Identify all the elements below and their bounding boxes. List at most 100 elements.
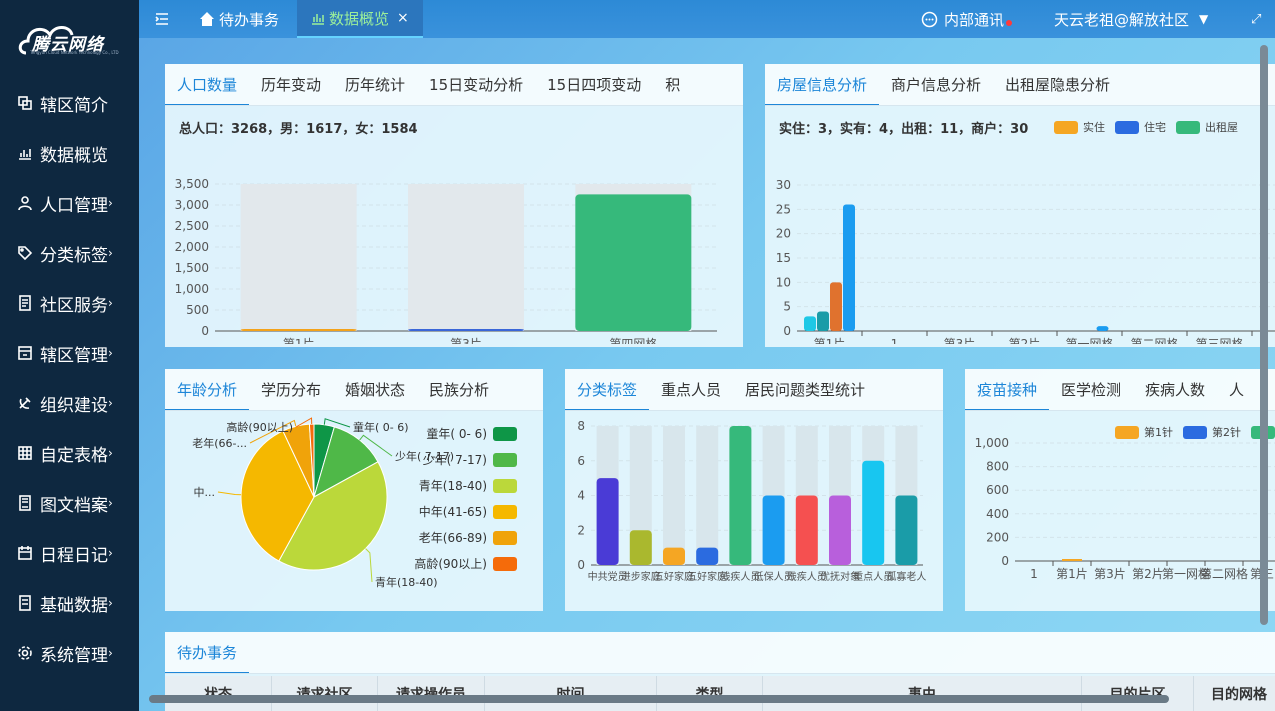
column-header[interactable]: 请求操作员 bbox=[378, 676, 485, 711]
tab-more[interactable]: 积 bbox=[653, 74, 692, 106]
x-tick-label: 第3片 bbox=[450, 337, 482, 344]
tab-yearly-stats[interactable]: 历年统计 bbox=[333, 74, 417, 106]
internal-message-button[interactable]: 内部通讯 bbox=[921, 0, 1013, 38]
tab-key-persons[interactable]: 重点人员 bbox=[649, 379, 733, 411]
sidebar-item-organization[interactable]: 组织建设 › bbox=[0, 378, 139, 428]
tab-rental-risk-analysis[interactable]: 出租屋隐患分析 bbox=[993, 74, 1122, 106]
tab-todo-label: 待办事务 bbox=[219, 10, 280, 29]
sidebar-item-community-service[interactable]: 社区服务 › bbox=[0, 278, 139, 328]
y-tick-label: 0 bbox=[783, 324, 791, 338]
top-bar: 待办事务 数据概览 × 内部通讯 天云老祖@解放社区 ▼ ⤢ bbox=[139, 0, 1275, 38]
fullscreen-icon[interactable]: ⤢ bbox=[1251, 0, 1261, 38]
tab-merchant-analysis[interactable]: 商户信息分析 bbox=[879, 74, 993, 106]
chevron-right-icon: › bbox=[108, 596, 113, 610]
column-header[interactable]: 时间 bbox=[485, 676, 657, 711]
chevron-right-icon: › bbox=[108, 346, 113, 360]
column-header[interactable]: 事由 bbox=[763, 676, 1082, 711]
tab-yearly-change[interactable]: 历年变动 bbox=[249, 74, 333, 106]
tab-15day-four-items[interactable]: 15日四项变动 bbox=[535, 74, 653, 106]
tab-education[interactable]: 学历分布 bbox=[249, 379, 333, 411]
tab-vaccination[interactable]: 疫苗接种 bbox=[965, 379, 1050, 411]
sidebar: 腾云网络 Tengyun Cloud Network Technology Co… bbox=[0, 0, 139, 711]
hammer-sickle-icon bbox=[16, 394, 34, 412]
bar bbox=[862, 460, 885, 565]
sidebar-item-data-overview[interactable]: 数据概览 bbox=[0, 128, 139, 178]
tab-age-analysis[interactable]: 年龄分析 bbox=[165, 379, 250, 411]
housing-panel: 房屋信息分析 商户信息分析 出租屋隐患分析 实住：3，实有：4，出租：11，商户… bbox=[765, 64, 1275, 347]
pie-slice-label: 高龄(90以上) bbox=[226, 420, 293, 434]
column-header[interactable]: 类型 bbox=[657, 676, 763, 711]
x-tick-label: 第1片 bbox=[814, 337, 846, 344]
archive-icon bbox=[16, 494, 34, 512]
tab-housing-analysis[interactable]: 房屋信息分析 bbox=[765, 74, 880, 106]
home-icon bbox=[200, 12, 214, 26]
grid-icon bbox=[16, 444, 34, 462]
column-header[interactable]: 目的片区 bbox=[1082, 676, 1194, 711]
tab-ethnicity[interactable]: 民族分析 bbox=[417, 379, 501, 411]
y-tick-label: 1,000 bbox=[175, 282, 209, 296]
bar-chart-icon bbox=[312, 14, 324, 25]
sidebar-item-custom-table[interactable]: 自定表格 › bbox=[0, 428, 139, 478]
sidebar-item-system[interactable]: 系统管理 › bbox=[0, 628, 139, 678]
document-icon bbox=[16, 294, 34, 312]
x-tick-label: 第2片 bbox=[1009, 337, 1041, 344]
legend-label: 高龄(90以上) bbox=[414, 556, 487, 571]
classify-panel: 分类标签 重点人员 居民问题类型统计 0 2 4 6 8 中共党员 进步家庭 五好家庭 五好家庭… bbox=[565, 369, 943, 611]
column-header[interactable]: 状态 bbox=[165, 676, 272, 711]
nav-list: 辖区简介 数据概览 人口管理 › 分类标签 › 社区服务 › 辖区管理 › 组织… bbox=[0, 78, 139, 678]
chevron-right-icon: › bbox=[108, 646, 113, 660]
person-icon bbox=[16, 194, 34, 212]
y-tick-label: 600 bbox=[986, 483, 1009, 497]
sidebar-item-area-management[interactable]: 辖区管理 › bbox=[0, 328, 139, 378]
tab-population-count[interactable]: 人口数量 bbox=[165, 74, 250, 106]
column-header[interactable]: 目的网格 bbox=[1194, 676, 1275, 711]
sidebar-item-population[interactable]: 人口管理 › bbox=[0, 178, 139, 228]
tab-marital-status[interactable]: 婚姻状态 bbox=[333, 379, 417, 411]
tab-classify-tags[interactable]: 分类标签 bbox=[565, 379, 650, 411]
population-bar-chart: 0 500 1,000 1,500 2,000 2,500 3,000 3,500 第1片 第3片… bbox=[175, 177, 717, 344]
y-tick-label: 800 bbox=[986, 460, 1009, 474]
sidebar-item-label: 分类标签 bbox=[40, 245, 108, 266]
bar bbox=[830, 282, 842, 331]
sidebar-item-base-data[interactable]: 基础数据 › bbox=[0, 578, 139, 628]
user-name: 天云老祖@解放社区 bbox=[1054, 10, 1190, 29]
bar bbox=[408, 329, 524, 331]
logo: 腾云网络 Tengyun Cloud Network Technology Co… bbox=[0, 0, 139, 78]
vertical-scrollbar[interactable] bbox=[1260, 45, 1268, 625]
user-menu[interactable]: 天云老祖@解放社区 ▼ bbox=[1054, 0, 1208, 38]
tab-medical-testing[interactable]: 医学检测 bbox=[1049, 379, 1133, 411]
tab-more[interactable]: 人 bbox=[1217, 379, 1256, 411]
y-tick-label: 0 bbox=[1001, 554, 1009, 568]
tab-todo[interactable]: 待办事务 bbox=[199, 0, 279, 38]
horizontal-scrollbar[interactable] bbox=[149, 695, 1169, 703]
sidebar-item-label: 组织建设 bbox=[40, 395, 108, 416]
sidebar-item-tags[interactable]: 分类标签 › bbox=[0, 228, 139, 278]
tab-resident-issues[interactable]: 居民问题类型统计 bbox=[733, 379, 877, 411]
tab-data-overview[interactable]: 数据概览 × bbox=[297, 0, 423, 38]
housing-tabs: 房屋信息分析 商户信息分析 出租屋隐患分析 bbox=[765, 64, 1275, 106]
logo-subtext: Tengyun Cloud Network Technology Co., LT… bbox=[30, 50, 119, 55]
y-tick-label: 4 bbox=[577, 489, 585, 503]
sidebar-item-schedule[interactable]: 日程日记 › bbox=[0, 528, 139, 578]
close-icon[interactable]: × bbox=[397, 10, 409, 26]
tab-todo-list[interactable]: 待办事务 bbox=[165, 642, 250, 674]
y-tick-label: 400 bbox=[986, 507, 1009, 521]
y-tick-label: 2,000 bbox=[175, 240, 209, 254]
chevron-right-icon: › bbox=[108, 446, 113, 460]
tab-15day-change[interactable]: 15日变动分析 bbox=[417, 74, 535, 106]
menu-toggle-icon[interactable] bbox=[154, 11, 170, 27]
sidebar-item-label: 图文档案 bbox=[40, 495, 108, 516]
gear-icon bbox=[16, 644, 34, 662]
column-header[interactable]: 请求社区 bbox=[272, 676, 378, 711]
sidebar-item-label: 自定表格 bbox=[40, 445, 108, 466]
chevron-right-icon: › bbox=[108, 296, 113, 310]
bar bbox=[795, 495, 818, 565]
y-tick-label: 0 bbox=[577, 558, 585, 572]
sidebar-item-archive[interactable]: 图文档案 › bbox=[0, 478, 139, 528]
y-tick-label: 30 bbox=[776, 178, 791, 192]
sidebar-item-label: 辖区管理 bbox=[40, 345, 108, 366]
legend-swatch bbox=[493, 505, 517, 519]
calendar-icon bbox=[16, 544, 34, 562]
tab-disease-count[interactable]: 疾病人数 bbox=[1133, 379, 1217, 411]
sidebar-item-area-intro[interactable]: 辖区简介 bbox=[0, 78, 139, 128]
